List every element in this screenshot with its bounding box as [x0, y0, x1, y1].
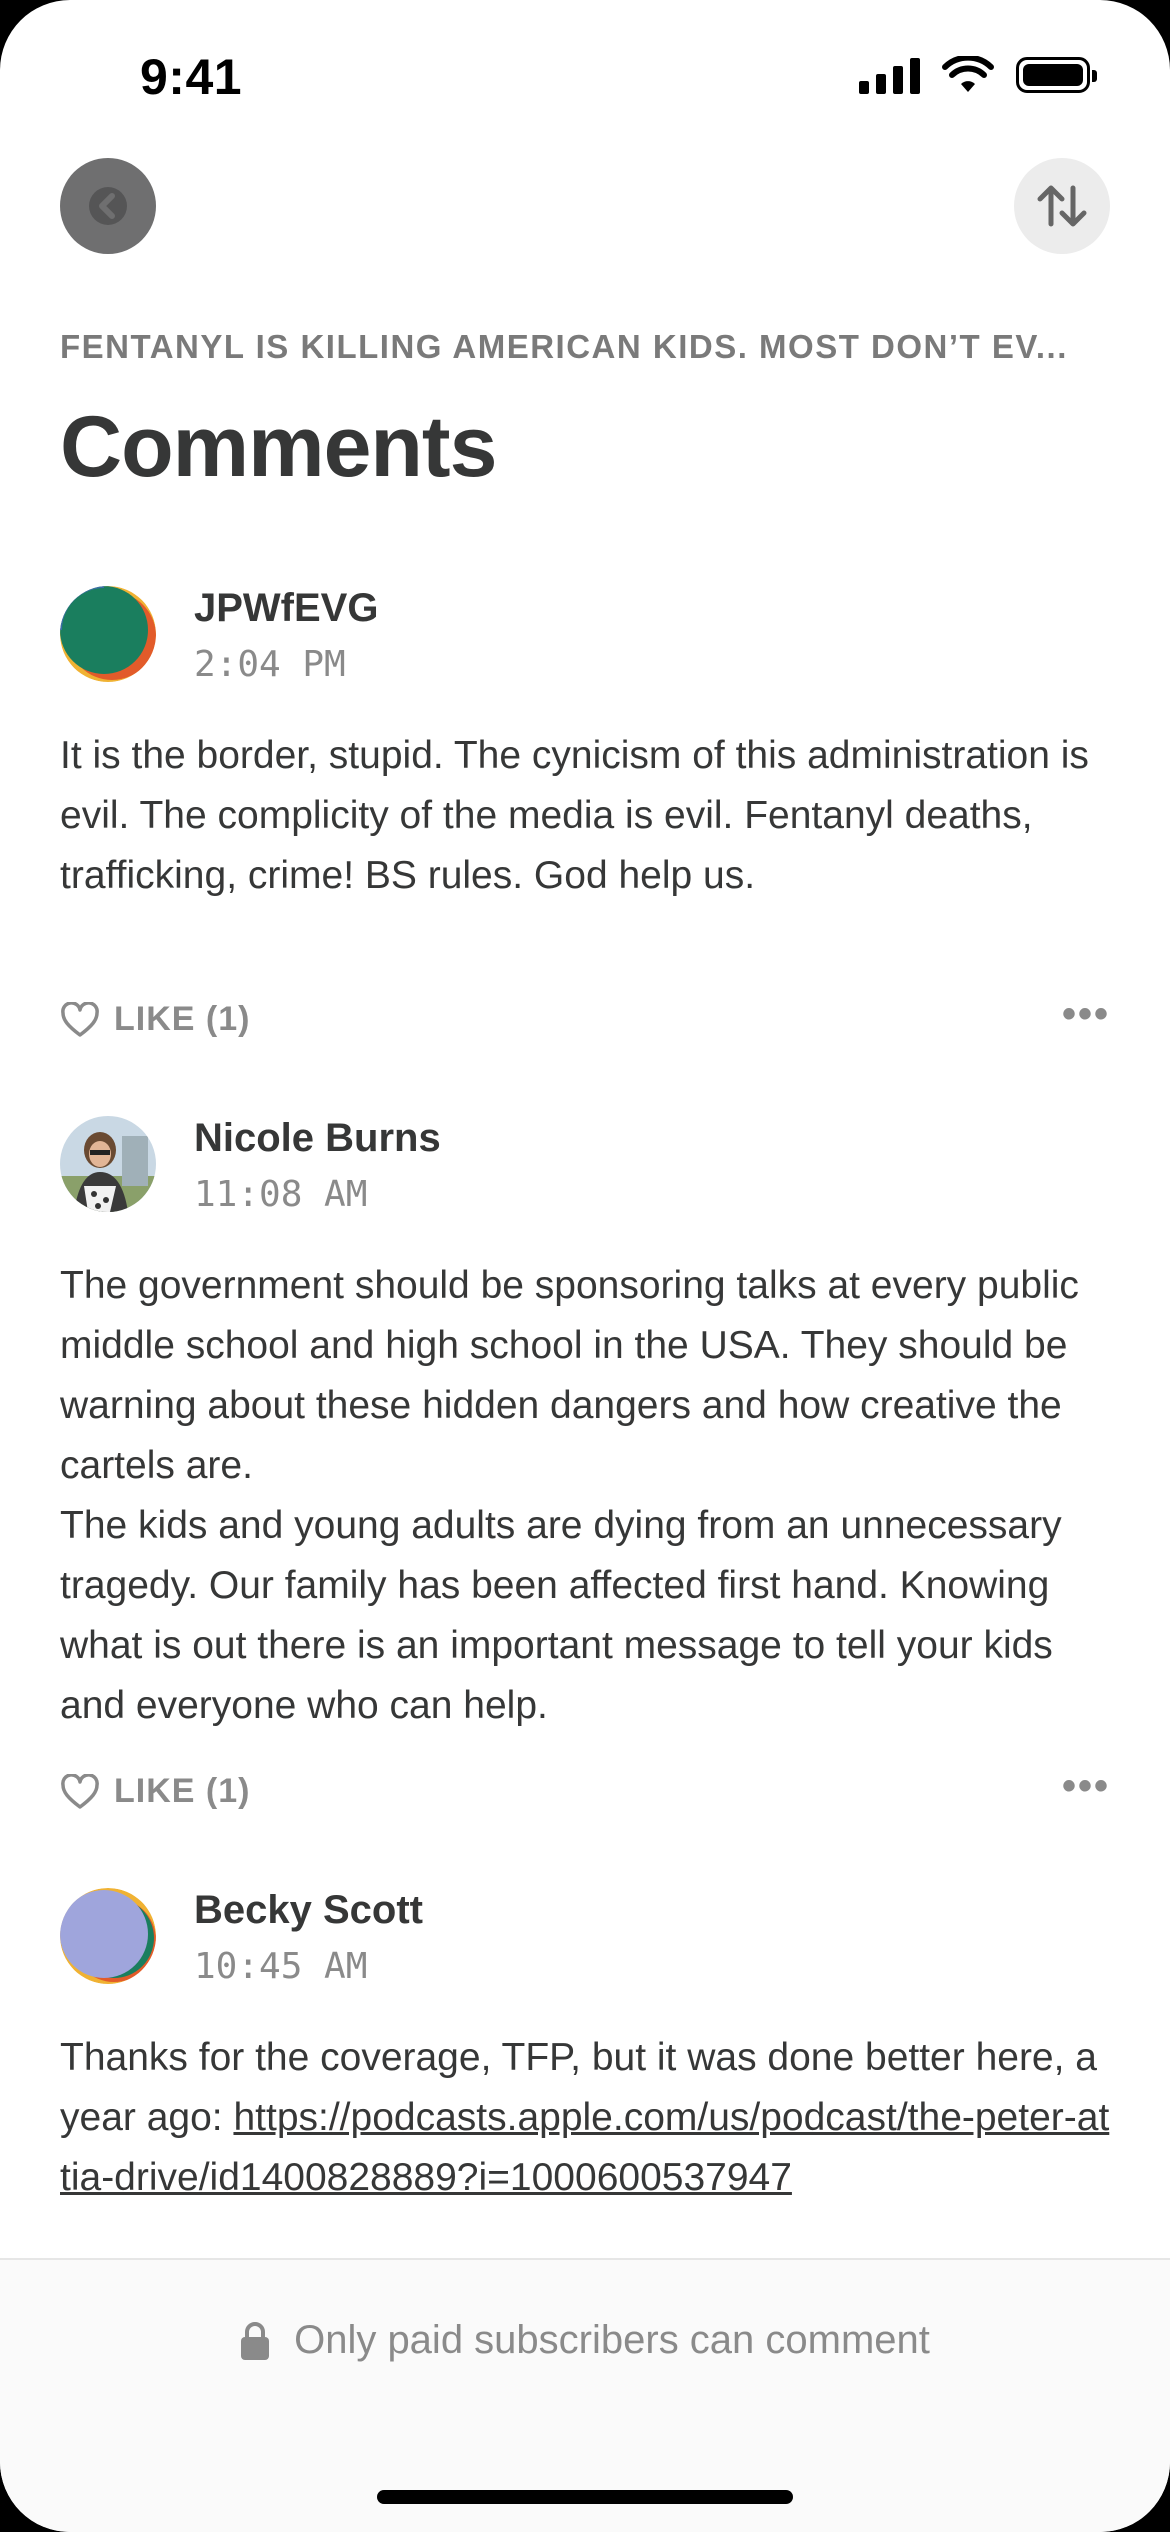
comment-text: Thanks for the coverage, TFP, but it was… — [60, 2028, 1120, 2208]
comment-time: 11:08 AM — [194, 1174, 368, 1215]
cellular-signal-icon — [859, 56, 920, 94]
heart-icon — [61, 1001, 99, 1037]
like-label: LIKE (1) — [114, 1772, 251, 1810]
screen: 9:41 FENTANYL IS KILLING AMERICAN KIDS. … — [0, 0, 1170, 2532]
status-time: 9:41 — [140, 49, 243, 105]
lock-icon — [241, 2321, 270, 2360]
comment-author[interactable]: JPWfEVG — [194, 586, 378, 631]
comment-time: 2:04 PM — [194, 644, 346, 685]
back-button[interactable] — [60, 158, 156, 254]
page-title: Comments — [60, 399, 497, 495]
sort-button[interactable] — [1014, 158, 1110, 254]
avatar[interactable] — [60, 586, 156, 682]
avatar[interactable] — [60, 1888, 156, 1984]
like-button[interactable]: LIKE (1) — [60, 1772, 250, 1811]
comment-time: 10:45 AM — [194, 1946, 368, 1987]
home-indicator[interactable] — [377, 2490, 793, 2504]
comment-author[interactable]: Nicole Burns — [194, 1116, 441, 1161]
post-title[interactable]: FENTANYL IS KILLING AMERICAN KIDS. MOST … — [60, 328, 1110, 366]
comment-author[interactable]: Becky Scott — [194, 1888, 423, 1933]
comment-actions: LIKE (1) ••• — [60, 1764, 1110, 1822]
battery-icon — [1016, 57, 1097, 93]
sort-arrows-icon — [1037, 185, 1087, 227]
comment-item: JPWfEVG 2:04 PM It is the border, stupid… — [60, 586, 1110, 1046]
comment-item: Becky Scott 10:45 AM Thanks for the cove… — [60, 1888, 1110, 2258]
like-button[interactable]: LIKE (1) — [60, 1000, 250, 1039]
avatar[interactable] — [60, 1116, 156, 1212]
comment-paragraph: The government should be sponsoring talk… — [60, 1264, 1079, 1487]
comment-paragraph: The kids and young adults are dying from… — [60, 1504, 1062, 1727]
comment-text: The government should be sponsoring talk… — [60, 1256, 1120, 1736]
like-label: LIKE (1) — [114, 1000, 251, 1038]
footer-message: Only paid subscribers can comment — [294, 2318, 930, 2362]
comment-text: It is the border, stupid. The cynicism o… — [60, 734, 1089, 897]
chevron-left-icon — [89, 187, 127, 225]
heart-icon — [61, 1773, 99, 1809]
wifi-icon — [942, 56, 994, 92]
more-options-icon[interactable]: ••• — [1062, 1764, 1110, 1809]
more-options-icon[interactable]: ••• — [1062, 992, 1110, 1037]
comment-actions: LIKE (1) ••• — [60, 992, 1110, 1050]
paid-subscribers-notice: Only paid subscribers can comment — [0, 2318, 1170, 2363]
status-icons — [859, 56, 1097, 94]
comment-item: Nicole Burns 11:08 AM The government sho… — [60, 1116, 1110, 1816]
